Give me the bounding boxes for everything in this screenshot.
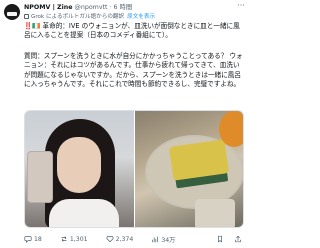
share-button[interactable]	[234, 235, 244, 243]
reply-button[interactable]: 18	[24, 235, 42, 243]
like-count: 2,374	[115, 235, 134, 243]
bookmark-icon	[218, 235, 222, 243]
show-original-link[interactable]: 原文を表示	[127, 14, 155, 20]
photo-dish-rack	[194, 199, 235, 227]
more-options-icon[interactable]: ···	[236, 2, 246, 11]
author-name[interactable]: NPOMV | Zine	[24, 3, 73, 13]
repost-button[interactable]: 1,301	[60, 235, 88, 243]
tweet-text-paragraph-1: ‼️🇮🇪 革命的：IVE のウォニョンが、皿洗いが面倒なときに皿と一緒に風呂に入…	[24, 22, 240, 40]
like-button[interactable]: 2,374	[106, 235, 134, 243]
photo-shirt	[49, 199, 119, 227]
tweet-header: NPOMV | Zine @npomvtt · 6 時間	[24, 3, 246, 13]
repost-count: 1,301	[69, 235, 88, 243]
media-photo-left[interactable]	[25, 111, 134, 227]
reply-count: 18	[34, 235, 42, 243]
tweet-actions: 18 1,301 2,374 34万	[24, 234, 244, 244]
share-icon	[235, 235, 241, 243]
media-photo-right[interactable]	[133, 111, 243, 227]
author-avatar[interactable]	[4, 4, 20, 20]
heart-icon	[106, 235, 114, 243]
tweet-time[interactable]: 6 時間	[114, 4, 133, 11]
tweet-media[interactable]	[24, 110, 244, 228]
photo-orange	[219, 111, 243, 147]
grok-icon	[24, 13, 29, 19]
views-icon	[152, 236, 159, 243]
bookmark-button[interactable]	[216, 235, 226, 243]
translation-note: Grok によるポルトガル語からの翻訳 原文を表示	[24, 13, 155, 21]
repost-icon	[61, 236, 67, 242]
author-handle: @npomvtt · 6 時間	[75, 3, 133, 13]
reply-icon	[24, 236, 32, 243]
translation-note-text: Grok によるポルトガル語からの翻訳	[31, 14, 125, 20]
author-handle-text[interactable]: @npomvtt	[75, 4, 108, 11]
tweet: NPOMV | Zine @npomvtt · 6 時間 ··· Grok によ…	[0, 0, 250, 248]
photo-phone	[27, 151, 53, 203]
photo-face	[57, 137, 101, 193]
views-button[interactable]: 34万	[151, 235, 175, 244]
views-count: 34万	[161, 236, 176, 244]
tweet-text-paragraph-2: 質問：スプーンを洗うときに水が自分にかかっちゃうことってある？ ウォニョン：それ…	[24, 52, 243, 88]
